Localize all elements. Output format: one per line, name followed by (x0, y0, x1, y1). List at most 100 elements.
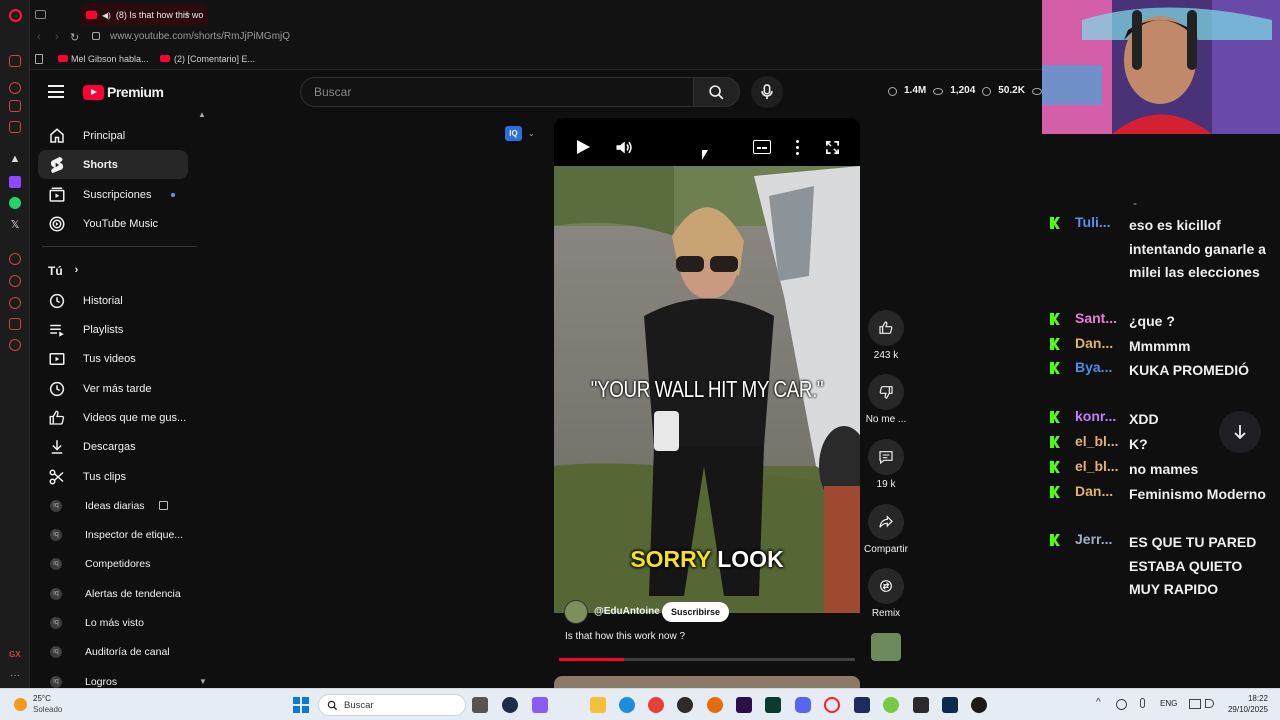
pinboard-icon[interactable] (9, 297, 21, 309)
player-icon[interactable] (9, 253, 21, 265)
voice-search-button[interactable] (751, 76, 783, 108)
instagram-icon[interactable] (9, 121, 21, 133)
file-explorer-icon[interactable] (590, 697, 606, 713)
search-button[interactable] (694, 77, 740, 107)
messenger-icon[interactable] (9, 100, 21, 112)
edge-icon[interactable] (619, 697, 635, 713)
settings-icon[interactable] (9, 339, 21, 351)
clock-date[interactable]: 29/10/2025 (1220, 705, 1268, 714)
like-button[interactable]: 243 k (864, 310, 908, 361)
sidebar-item-most-viewed[interactable]: iq Lo más visto (38, 608, 188, 637)
obs-icon[interactable] (677, 697, 693, 713)
task-view-icon[interactable] (472, 697, 488, 713)
bookmark-2[interactable]: (2) [Comentario] E... (174, 54, 255, 64)
menu-icon[interactable] (48, 85, 64, 98)
skype-icon[interactable] (502, 697, 518, 713)
next-short-preview[interactable] (554, 676, 860, 688)
chrome-icon[interactable] (648, 697, 664, 713)
search-input[interactable]: Buscar (300, 77, 694, 107)
sidebar-scroll-down-icon[interactable]: ▼ (199, 677, 207, 686)
copilot-icon[interactable] (532, 697, 548, 713)
tray-icon[interactable] (1116, 699, 1127, 710)
discord-icon[interactable] (795, 697, 811, 713)
sound-thumbnail[interactable] (871, 633, 901, 661)
comments-button[interactable]: 19 k (864, 439, 908, 490)
sidebar-item-subscriptions[interactable]: Suscripciones (38, 180, 188, 209)
sidebar-item-tag-inspector[interactable]: iq Inspector de etique... (38, 520, 188, 549)
sidebar-item-daily-ideas[interactable]: iq Ideas diarias (38, 491, 188, 520)
channel-avatar[interactable] (564, 600, 588, 624)
terminal-icon[interactable] (913, 697, 929, 713)
chat-username[interactable]: Dan... (1075, 483, 1120, 499)
sidebar-item-competitors[interactable]: iq Competidores (38, 549, 188, 578)
x-icon[interactable]: 𝕏 (9, 219, 21, 231)
scroll-to-bottom-button[interactable] (1219, 411, 1261, 453)
chat-username[interactable]: Sant... (1075, 310, 1120, 326)
clock-icon[interactable] (9, 275, 21, 287)
chat-username[interactable]: el_bl... (1075, 458, 1120, 474)
sidebar-item-clips[interactable]: Tus clips (38, 462, 188, 491)
sidebar-item-downloads[interactable]: Descargas (38, 432, 188, 461)
fullscreen-button[interactable] (825, 140, 840, 155)
url-field[interactable]: www.youtube.com/shorts/RmJjPiMGmjQ (110, 31, 290, 42)
network-icon[interactable] (1189, 699, 1201, 709)
sidebar-scroll-up-icon[interactable]: ▲ (198, 110, 206, 119)
weather-icon[interactable] (14, 698, 27, 711)
taskbar-search[interactable]: Buscar (318, 694, 466, 716)
vidiq-button[interactable]: IQ ⌄ (505, 126, 535, 141)
short-video[interactable]: "YOUR WALL HIT MY CAR." SORRY LOOK (554, 166, 860, 616)
sidebar-item-watch-later[interactable]: Ver más tarde (38, 374, 188, 403)
sidebar-item-your-videos[interactable]: Tus videos (38, 344, 188, 373)
sidebar-item-liked-videos[interactable]: Videos que me gus... (38, 403, 188, 432)
app-icon[interactable] (883, 697, 899, 713)
sidebar-item-trend-alerts[interactable]: iq Alertas de tendencia (38, 579, 188, 608)
share-button[interactable]: Compartir (864, 504, 908, 555)
opera-gx-icon[interactable] (824, 697, 840, 713)
microphone-tray-icon[interactable] (1140, 698, 1145, 708)
volume-button[interactable] (615, 139, 633, 156)
twitch-icon[interactable] (9, 176, 21, 188)
media-player-icon[interactable] (971, 697, 987, 713)
start-button[interactable] (293, 697, 309, 713)
photoshop-icon[interactable] (942, 697, 958, 713)
reload-icon[interactable]: ↻ (70, 31, 79, 44)
clock-time[interactable]: 18:22 (1220, 694, 1268, 703)
back-icon[interactable]: ‹ (37, 31, 41, 43)
volume-tray-icon[interactable] (1205, 699, 1214, 708)
sidebar-item-shorts[interactable]: Shorts (38, 150, 188, 179)
captions-button[interactable] (753, 140, 771, 154)
language-indicator[interactable]: ENG (1160, 699, 1177, 708)
sidebar-item-channel-audit[interactable]: iq Auditoría de canal (38, 637, 188, 666)
tray-expand-icon[interactable]: ^ (1096, 697, 1101, 708)
whatsapp-icon[interactable] (9, 197, 21, 209)
more-options-icon[interactable] (796, 140, 799, 155)
chat-username[interactable]: konr... (1075, 408, 1120, 424)
workspaces-icon[interactable] (35, 10, 46, 19)
youtube-logo[interactable]: Premium (83, 84, 164, 100)
channel-name[interactable]: @EduAntoine (594, 606, 660, 617)
chat-username[interactable]: Jerr... (1075, 531, 1120, 547)
search-app-icon[interactable] (707, 697, 723, 713)
forward-icon[interactable]: › (55, 31, 59, 43)
chat-username[interactable]: Bya... (1075, 359, 1120, 375)
audition-icon[interactable] (765, 697, 781, 713)
audio-playing-icon[interactable]: ◀) (102, 11, 111, 20)
chat-username[interactable]: Tuli... (1075, 214, 1120, 230)
you-section-header[interactable]: Tú › (48, 264, 78, 278)
play-button[interactable] (577, 140, 590, 154)
tab-menu-icon[interactable] (9, 55, 21, 67)
subscribe-button[interactable]: Suscribirse (662, 602, 730, 622)
more-icon[interactable]: ··· (9, 670, 21, 682)
gx-icon[interactable]: GX (9, 650, 21, 662)
opera-logo-icon[interactable] (9, 9, 22, 22)
chat-username[interactable]: Dan... (1075, 335, 1120, 351)
extensions-icon[interactable] (9, 318, 21, 330)
premiere-icon[interactable] (736, 697, 752, 713)
sidebar-item-playlists[interactable]: Playlists (38, 315, 188, 344)
editor-icon[interactable] (854, 697, 870, 713)
chat-username[interactable]: el_bl... (1075, 433, 1120, 449)
aria-icon[interactable]: ▲ (9, 153, 21, 165)
remix-button[interactable]: Remix (864, 568, 908, 619)
history-icon[interactable] (9, 82, 21, 94)
new-tab-button[interactable]: + (180, 7, 194, 21)
